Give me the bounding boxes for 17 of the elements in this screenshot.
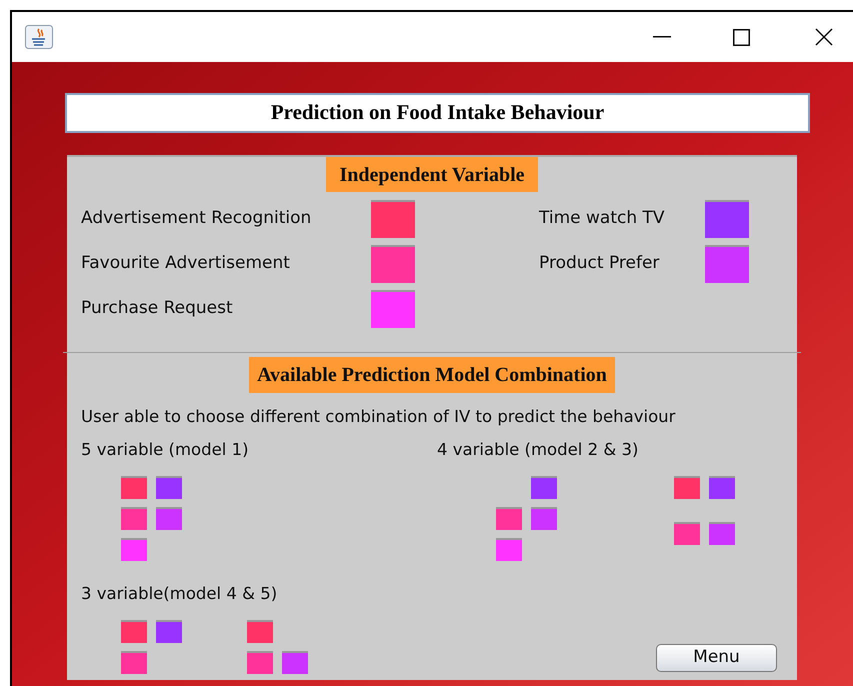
description-text: User able to choose different combination of IV to predict the behaviour [81, 406, 676, 428]
group-label: 3 variable(model 4 & 5) [81, 583, 278, 606]
variable-label: Purchase Request [81, 297, 234, 320]
maximize-icon[interactable] [733, 28, 750, 46]
variable-label: Favourite Advertisement [81, 252, 291, 276]
menu-button[interactable]: Menu [656, 644, 777, 672]
variable-label: Time watch TV [539, 207, 666, 230]
title-field: Prediction on Food Intake Behaviour [65, 93, 810, 133]
minimize-icon[interactable] [653, 36, 671, 38]
group-label: 5 variable (model 1) [81, 438, 249, 461]
variable-label: Product Prefer [539, 252, 660, 276]
section-heading: Available Prediction Model Combination [249, 357, 615, 393]
group-label: 4 variable (model 2 & 3) [437, 438, 638, 461]
variable-label: Advertisement Recognition [81, 207, 312, 230]
java-app-icon [25, 25, 53, 49]
section-heading: Independent Variable [326, 157, 538, 192]
close-icon[interactable] [815, 28, 833, 46]
